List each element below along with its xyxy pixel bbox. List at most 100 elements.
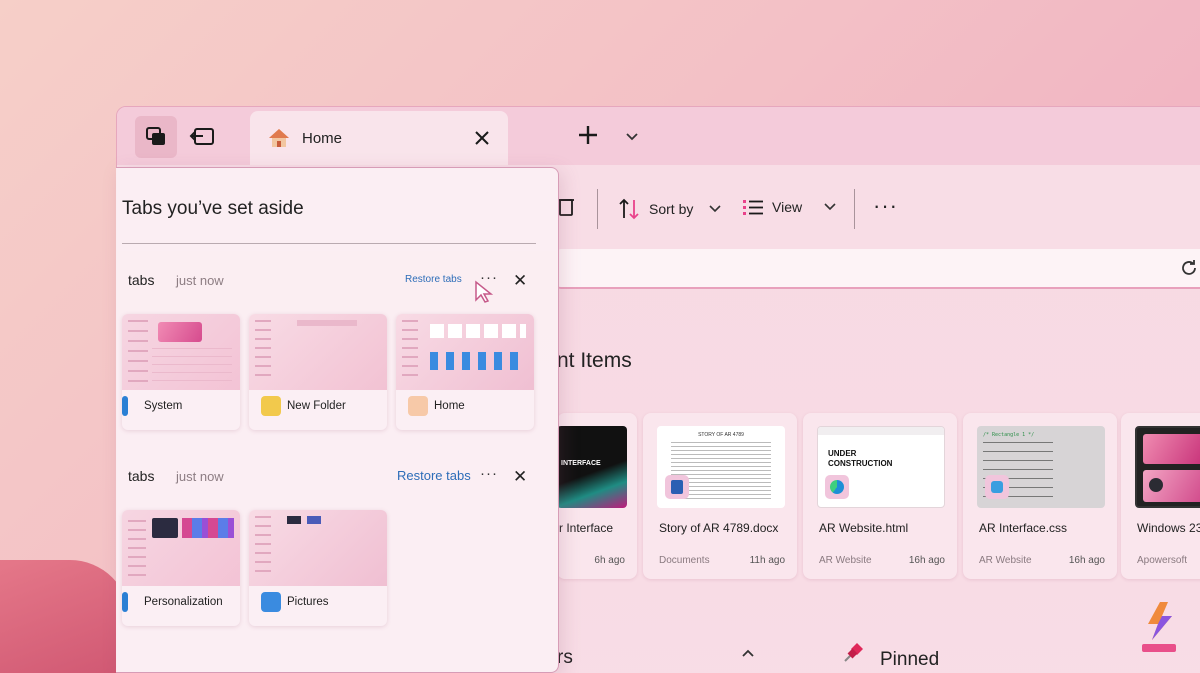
file-time: 16h ago (1068, 555, 1105, 566)
tab-preview (122, 510, 240, 586)
tab-group-time: just now (176, 469, 224, 484)
new-tab-button[interactable] (577, 121, 599, 153)
view-label: View (772, 199, 803, 215)
group-more-button[interactable]: ··· (480, 465, 498, 482)
file-name: Windows 23. (1137, 521, 1200, 535)
home-icon (269, 129, 289, 147)
wallpaper-shape (0, 560, 130, 673)
pinned-heading: Pinned (880, 649, 940, 670)
tile-name: Personalization (144, 596, 223, 608)
file-location: Documents (659, 555, 710, 566)
file-location: AR Website (819, 555, 872, 566)
tile-name: New Folder (287, 400, 346, 412)
tabs-set-aside-panel: Tabs you’ve set aside tabs just now Rest… (116, 167, 559, 673)
set-aside-tab-tile[interactable]: New Folder (249, 314, 387, 430)
word-file-icon (665, 475, 689, 499)
tab-sets-button[interactable] (135, 116, 177, 158)
thumbnail-text: INTERFACE (561, 460, 601, 467)
recent-card[interactable]: STORY OF AR 4789 Story of AR 4789.docx D… (643, 413, 797, 579)
tab-preview (396, 314, 534, 390)
close-tab-button[interactable] (474, 126, 490, 152)
chevron-up-icon (742, 649, 754, 657)
group-close-button[interactable]: ✕ (513, 271, 527, 291)
recent-card[interactable]: UNDER CONSTRUCTION AR Website.html AR We… (803, 413, 957, 579)
tab-bar: Home (117, 107, 1200, 165)
pictures-icon (261, 592, 281, 612)
thumbnail-text: /* Rectangle 1 */ (983, 432, 1035, 438)
tab-preview (249, 510, 387, 586)
file-name: Story of AR 4789.docx (659, 521, 779, 535)
collapse-section-button[interactable] (741, 645, 755, 663)
chevron-down-icon (709, 205, 721, 213)
file-name: AR Interface.css (979, 521, 1068, 535)
restore-tabs-link[interactable]: Restore tabs (405, 274, 462, 285)
brand-logo (1142, 602, 1176, 652)
panel-title: Tabs you’ve set aside (122, 198, 304, 219)
set-aside-tab-tile[interactable]: Pictures (249, 510, 387, 626)
system-icon (122, 396, 128, 416)
tile-name: Pictures (287, 596, 329, 608)
plus-icon (579, 126, 597, 144)
tab-preview (122, 314, 240, 390)
set-aside-tab-tile[interactable]: System (122, 314, 240, 430)
tab-sets-icon (146, 127, 165, 145)
toolbar-divider (854, 189, 855, 229)
recent-card[interactable]: INTERFACE r Interface 6h ago (557, 413, 637, 579)
sort-by-label: Sort by (649, 201, 694, 217)
toolbar-divider (597, 189, 598, 229)
folder-icon (261, 396, 281, 416)
recent-items-heading: nt Items (557, 349, 632, 372)
more-options-button[interactable]: ··· (873, 193, 898, 219)
play-icon (1149, 478, 1163, 492)
set-aside-icon (189, 128, 214, 145)
delete-button[interactable] (557, 195, 575, 222)
mouse-cursor-icon (475, 280, 494, 303)
restore-tabs-link[interactable]: Restore tabs (397, 468, 471, 483)
sort-icon (619, 198, 639, 220)
tile-name: System (144, 400, 183, 412)
set-aside-button[interactable] (181, 116, 223, 158)
recent-card[interactable]: /* Rectangle 1 */ AR Interface.css AR We… (963, 413, 1117, 579)
view-button[interactable]: View (742, 197, 836, 217)
panel-divider (122, 243, 536, 244)
css-file-icon (985, 475, 1009, 499)
file-thumbnail (1135, 426, 1200, 508)
close-icon (475, 131, 489, 145)
file-time: 16h ago (908, 555, 945, 566)
tab-group-label: tabs (128, 468, 155, 484)
recent-card[interactable]: Windows 23. Apowersoft (1121, 413, 1200, 579)
tab-group-label: tabs (128, 272, 155, 288)
tab-home[interactable]: Home (250, 111, 508, 165)
file-name: AR Website.html (819, 521, 909, 535)
section-heading-partial: rs (557, 647, 573, 668)
thumbnail-text: STORY OF AR 4789 (698, 432, 744, 438)
pin-icon (841, 641, 865, 670)
edge-browser-icon (825, 475, 849, 499)
chevron-down-icon (626, 133, 638, 141)
set-aside-tab-tile[interactable]: Personalization (122, 510, 240, 626)
tab-group-time: just now (176, 273, 224, 288)
set-aside-tab-tile[interactable]: Home (396, 314, 534, 430)
thumbnail-text: UNDER CONSTRUCTION (828, 449, 893, 468)
tile-name: Home (434, 400, 465, 412)
file-location: AR Website (979, 555, 1032, 566)
file-name: r Interface (559, 521, 614, 535)
tab-preview (249, 314, 387, 390)
home-icon (408, 396, 428, 416)
view-list-icon (743, 200, 763, 215)
file-time: 6h ago (594, 555, 625, 566)
tab-list-dropdown[interactable] (625, 129, 639, 147)
file-location: Apowersoft (1137, 555, 1188, 566)
refresh-icon[interactable] (1179, 258, 1199, 278)
thumbnail-window (1143, 434, 1200, 464)
file-thumbnail: INTERFACE (557, 426, 627, 508)
group-close-button[interactable]: ✕ (513, 467, 527, 487)
personalization-icon (122, 592, 128, 612)
search-bar[interactable] (557, 249, 1200, 289)
chevron-down-icon (824, 203, 836, 211)
file-time: 11h ago (749, 555, 785, 566)
trash-icon (558, 199, 574, 216)
browser-chrome (818, 427, 944, 435)
sort-by-button[interactable]: Sort by (617, 197, 721, 221)
tab-home-label: Home (302, 129, 343, 147)
